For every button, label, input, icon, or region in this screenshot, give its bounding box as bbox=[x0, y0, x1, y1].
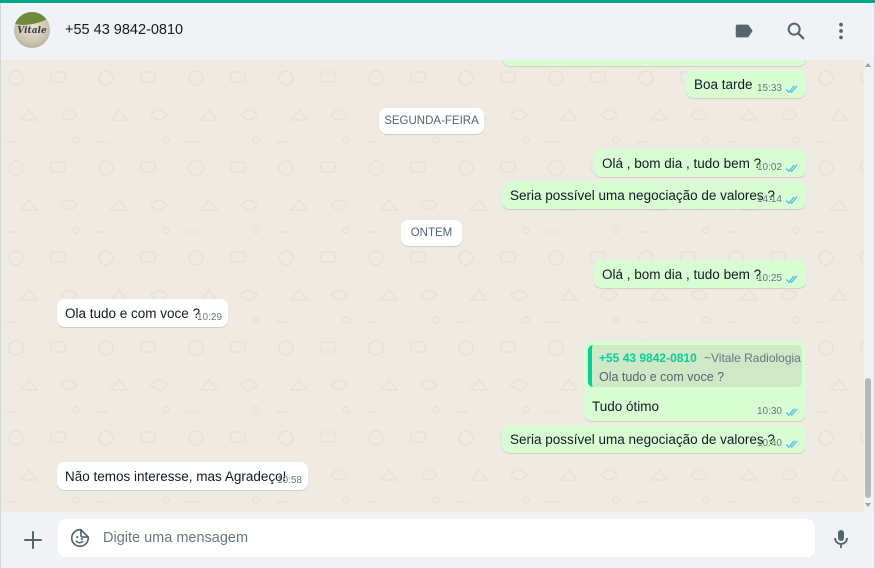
label-icon[interactable] bbox=[733, 20, 755, 42]
sticker-emoji-icon[interactable] bbox=[69, 527, 91, 549]
message-text: Olá , bom dia , tudo bem ? bbox=[602, 267, 762, 282]
scroll-up-arrow-icon[interactable] bbox=[865, 63, 871, 67]
quoted-message[interactable]: +55 43 9842-0810 ~Vitale Radiologia Ola … bbox=[588, 345, 802, 387]
message-bubble-partial bbox=[502, 60, 806, 66]
message-bubble-outgoing[interactable]: Boa tarde 15:33 bbox=[686, 70, 806, 98]
scroll-down-arrow-icon[interactable] bbox=[865, 503, 871, 507]
compose-bar bbox=[0, 512, 875, 568]
message-time: 10:40 bbox=[756, 438, 782, 449]
message-input[interactable] bbox=[103, 519, 803, 557]
message-time: 14:14 bbox=[756, 194, 782, 205]
read-ticks-icon bbox=[785, 407, 798, 416]
quoted-sender-name: ~Vitale Radiologia bbox=[704, 351, 801, 365]
message-text: Tudo ótimo bbox=[592, 399, 660, 414]
avatar-logo-text: Vitale bbox=[17, 26, 47, 36]
message-list[interactable]: Boa tarde 15:33 SEGUNDA-FEIRA Olá , bom … bbox=[0, 60, 875, 512]
read-ticks-icon bbox=[785, 439, 798, 448]
read-ticks-icon bbox=[785, 274, 798, 283]
message-bubble-outgoing[interactable]: Olá , bom dia , tudo bem ? 10:02 bbox=[594, 149, 806, 177]
message-text: Olá , bom dia , tudo bem ? bbox=[602, 156, 762, 171]
message-time: 10:30 bbox=[756, 406, 782, 417]
message-text: Seria possível uma negociação de valores… bbox=[510, 432, 775, 447]
contact-name[interactable]: +55 43 9842-0810 bbox=[65, 22, 183, 38]
search-icon[interactable] bbox=[785, 20, 807, 42]
message-bubble-incoming[interactable]: Ola tudo e com voce ? 10:29 bbox=[57, 299, 228, 327]
message-time: 15:33 bbox=[756, 83, 782, 94]
message-time: 10:29 bbox=[196, 312, 222, 323]
read-ticks-icon bbox=[785, 84, 798, 93]
message-time: 10:58 bbox=[276, 475, 302, 486]
message-bubble-outgoing[interactable]: Seria possível uma negociação de valores… bbox=[502, 425, 806, 453]
message-input-box bbox=[58, 519, 815, 557]
scrollbar-thumb[interactable] bbox=[865, 378, 871, 498]
plus-icon[interactable] bbox=[21, 528, 45, 552]
message-time: 10:25 bbox=[756, 273, 782, 284]
message-bubble-reply[interactable]: +55 43 9842-0810 ~Vitale Radiologia Ola … bbox=[584, 341, 806, 421]
message-bubble-outgoing[interactable]: Olá , bom dia , tudo bem ? 10:25 bbox=[594, 260, 806, 288]
message-text: Não temos interesse, mas Agradeço! bbox=[65, 469, 287, 484]
quoted-sender-phone: +55 43 9842-0810 bbox=[599, 351, 697, 365]
quoted-text: Ola tudo e com voce ? bbox=[599, 370, 725, 384]
date-divider: SEGUNDA-FEIRA bbox=[379, 108, 484, 134]
message-text: Seria possível uma negociação de valores… bbox=[510, 188, 775, 203]
date-divider: ONTEM bbox=[401, 220, 462, 246]
chat-header: Vitale +55 43 9842-0810 bbox=[0, 3, 875, 60]
message-bubble-outgoing[interactable]: Seria possível uma negociação de valores… bbox=[502, 181, 806, 209]
avatar[interactable]: Vitale bbox=[14, 12, 50, 48]
read-ticks-icon bbox=[785, 163, 798, 172]
message-text: Ola tudo e com voce ? bbox=[65, 306, 201, 321]
message-bubble-incoming[interactable]: Não temos interesse, mas Agradeço! 10:58 bbox=[57, 462, 308, 490]
read-ticks-icon bbox=[785, 195, 798, 204]
chat-scrollbar[interactable] bbox=[864, 60, 873, 512]
message-time: 10:02 bbox=[756, 162, 782, 173]
microphone-icon[interactable] bbox=[829, 527, 853, 551]
message-text: Boa tarde bbox=[694, 77, 753, 92]
menu-icon[interactable] bbox=[830, 20, 852, 42]
